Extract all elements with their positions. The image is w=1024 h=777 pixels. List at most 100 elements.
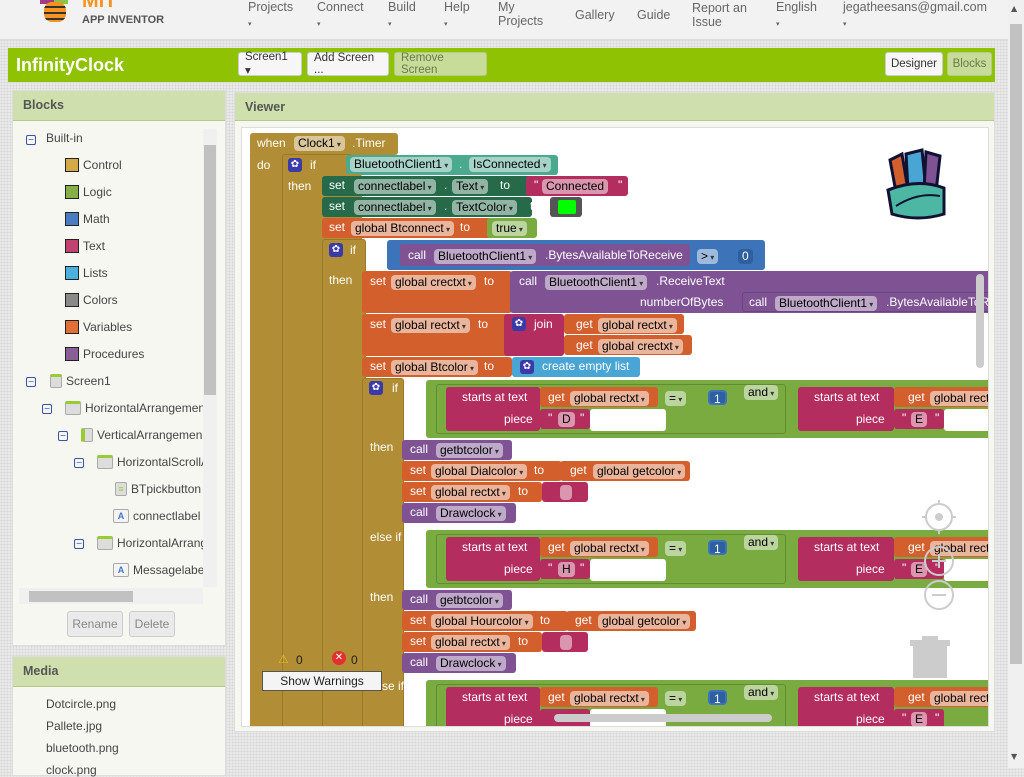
boolean-dropdown[interactable]: true bbox=[492, 221, 527, 236]
blocks-workspace[interactable]: when Clock1 .Timer do ✿ if then Bluetoot… bbox=[241, 127, 989, 727]
text-value-field[interactable]: E bbox=[911, 412, 928, 427]
number-field[interactable]: 1 bbox=[708, 540, 727, 556]
show-warnings-button[interactable]: Show Warnings bbox=[262, 671, 382, 691]
tree-component[interactable]: Aconnectlabel bbox=[113, 509, 200, 523]
text-value-field[interactable]: D bbox=[558, 412, 575, 427]
variable-dropdown[interactable]: global rectxt bbox=[570, 391, 649, 406]
tree-component[interactable]: HorizontalScrollA bbox=[97, 455, 209, 469]
property-dropdown[interactable]: Text bbox=[452, 179, 489, 194]
empty-text-block[interactable] bbox=[542, 632, 588, 652]
variable-dropdown[interactable]: global getcolor bbox=[593, 464, 686, 479]
operator-dropdown[interactable]: > bbox=[697, 249, 719, 264]
number-field[interactable]: 1 bbox=[708, 390, 727, 406]
color-block[interactable] bbox=[550, 197, 582, 217]
variable-dropdown[interactable]: global rectxt bbox=[431, 635, 510, 650]
drawer-text[interactable]: Text bbox=[65, 239, 105, 253]
scrollbar-thumb[interactable] bbox=[204, 145, 216, 395]
drawer-logic[interactable]: Logic bbox=[65, 185, 112, 199]
scroll-up-icon[interactable]: ▲ bbox=[1011, 4, 1017, 13]
drawer-math[interactable]: Math bbox=[65, 212, 110, 226]
component-dropdown[interactable]: Clock1 bbox=[294, 136, 345, 151]
tree-screen1[interactable]: Screen1 bbox=[50, 374, 111, 388]
nav-build[interactable]: Build ▾ bbox=[388, 0, 416, 32]
tree-horizontal-scrollbar[interactable] bbox=[19, 588, 203, 604]
collapse-icon[interactable]: − bbox=[74, 539, 84, 549]
collapse-icon[interactable]: − bbox=[58, 431, 68, 441]
media-item[interactable]: clock.png bbox=[46, 763, 97, 777]
variable-dropdown[interactable]: global rect bbox=[930, 391, 988, 406]
operator-dropdown[interactable]: = bbox=[665, 691, 687, 706]
variable-dropdown[interactable]: global rectxt bbox=[598, 318, 677, 333]
operator-dropdown[interactable]: = bbox=[665, 541, 687, 556]
nav-language[interactable]: English ▾ bbox=[776, 0, 817, 32]
nav-guide[interactable]: Guide bbox=[637, 8, 670, 22]
nav-gallery[interactable]: Gallery bbox=[575, 8, 615, 22]
gear-icon[interactable]: ✿ bbox=[369, 381, 383, 395]
variable-dropdown[interactable]: global rectxt bbox=[431, 485, 510, 500]
component-dropdown[interactable]: BluetoothClient1 bbox=[350, 157, 453, 172]
drawer-variables[interactable]: Variables bbox=[65, 320, 132, 334]
variable-dropdown[interactable]: global Btconnect bbox=[351, 221, 454, 236]
variable-dropdown[interactable]: global rect bbox=[930, 691, 988, 706]
operator-dropdown[interactable]: and bbox=[744, 385, 779, 400]
text-value-field[interactable]: H bbox=[558, 562, 575, 577]
remove-screen-button[interactable]: Remove Screen bbox=[394, 52, 487, 76]
variable-dropdown[interactable]: global rectxt bbox=[391, 318, 470, 333]
tree-component[interactable]: ≡ BTpickbutton bbox=[115, 482, 201, 496]
screen-select-dropdown[interactable]: Screen1 ▾ bbox=[238, 51, 302, 77]
zoom-out-icon[interactable] bbox=[922, 578, 956, 612]
variable-dropdown[interactable]: global getcolor bbox=[598, 614, 691, 629]
drawer-control[interactable]: Control bbox=[65, 158, 122, 172]
operator-dropdown[interactable]: = bbox=[665, 391, 687, 406]
collapse-icon[interactable]: − bbox=[74, 458, 84, 468]
variable-dropdown[interactable]: global Btcolor bbox=[391, 360, 478, 375]
window-scrollbar[interactable]: ▲ ▼ bbox=[1008, 0, 1024, 768]
nav-connect[interactable]: Connect ▾ bbox=[317, 0, 364, 32]
media-item[interactable]: bluetooth.png bbox=[46, 741, 119, 755]
gear-icon[interactable]: ✿ bbox=[329, 243, 343, 257]
variable-dropdown[interactable]: global Dialcolor bbox=[431, 464, 528, 479]
collapse-icon[interactable]: − bbox=[26, 135, 36, 145]
media-item[interactable]: Pallete.jpg bbox=[46, 719, 102, 733]
property-dropdown[interactable]: TextColor bbox=[452, 200, 517, 215]
workspace-horizontal-scrollbar[interactable] bbox=[554, 714, 772, 722]
variable-dropdown[interactable]: global crectxt bbox=[598, 339, 683, 354]
media-item[interactable]: Dotcircle.png bbox=[46, 697, 116, 711]
rename-button[interactable]: Rename bbox=[67, 611, 123, 637]
nav-report-issue[interactable]: Report an Issue bbox=[692, 1, 752, 29]
procedure-dropdown[interactable]: getbtcolor bbox=[436, 593, 503, 608]
delete-button[interactable]: Delete bbox=[129, 611, 175, 637]
scrollbar-thumb[interactable] bbox=[1010, 24, 1022, 664]
tree-component[interactable]: A Messagelabe bbox=[113, 563, 204, 577]
zoom-in-icon[interactable] bbox=[922, 544, 956, 578]
text-value-field[interactable] bbox=[560, 485, 572, 500]
tree-component[interactable]: HorizontalArrang bbox=[97, 536, 207, 550]
tree-vertical-scrollbar[interactable] bbox=[203, 129, 217, 587]
number-field[interactable]: 1 bbox=[708, 690, 727, 706]
nav-help[interactable]: Help ▾ bbox=[444, 0, 470, 32]
variable-dropdown[interactable]: global rectxt bbox=[570, 541, 649, 556]
text-value-field[interactable] bbox=[560, 635, 572, 650]
nav-projects[interactable]: Projects ▾ bbox=[248, 0, 293, 32]
operator-dropdown[interactable]: and bbox=[744, 535, 779, 550]
scrollbar-thumb[interactable] bbox=[29, 591, 133, 602]
component-dropdown[interactable]: BluetoothClient1 bbox=[545, 275, 648, 290]
number-field[interactable]: 0 bbox=[738, 249, 753, 264]
variable-dropdown[interactable]: global Hourcolor bbox=[431, 614, 533, 629]
component-dropdown[interactable]: connectlabel bbox=[354, 179, 436, 194]
workspace-vertical-scrollbar[interactable] bbox=[976, 274, 984, 368]
designer-button[interactable]: Designer bbox=[885, 52, 943, 76]
gear-icon[interactable]: ✿ bbox=[512, 317, 526, 331]
gear-icon[interactable]: ✿ bbox=[288, 158, 302, 172]
drawer-lists[interactable]: Lists bbox=[65, 266, 108, 280]
variable-dropdown[interactable]: global crectxt bbox=[391, 275, 476, 290]
blocks-button[interactable]: Blocks bbox=[947, 52, 992, 76]
tree-component[interactable]: HorizontalArrangemen bbox=[65, 401, 205, 415]
procedure-dropdown[interactable]: Drawclock bbox=[436, 656, 506, 671]
operator-dropdown[interactable]: and bbox=[744, 685, 779, 700]
collapse-icon[interactable]: − bbox=[26, 377, 36, 387]
variable-dropdown[interactable]: global rectxt bbox=[570, 691, 649, 706]
backpack-icon[interactable] bbox=[878, 140, 970, 224]
collapse-icon[interactable]: − bbox=[42, 404, 52, 414]
tree-component[interactable]: VerticalArrangemen bbox=[81, 428, 202, 442]
